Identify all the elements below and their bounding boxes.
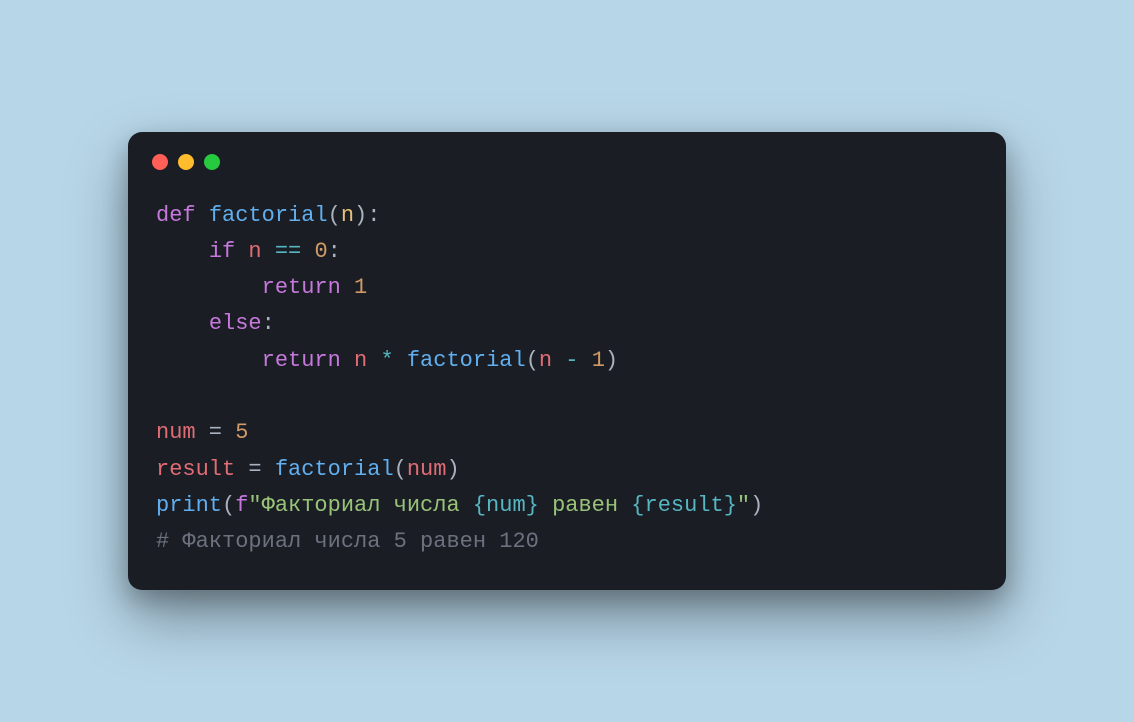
line-8: result = factorial(num) (156, 457, 460, 482)
maximize-icon[interactable] (204, 154, 220, 170)
minimize-icon[interactable] (178, 154, 194, 170)
line-4: else: (156, 311, 275, 336)
window-titlebar (128, 132, 1006, 180)
code-window: def factorial(n): if n == 0: return 1 el… (128, 132, 1006, 591)
line-3: return 1 (156, 275, 367, 300)
line-5: return n * factorial(n - 1) (156, 348, 618, 373)
code-block: def factorial(n): if n == 0: return 1 el… (128, 180, 1006, 591)
line-2: if n == 0: (156, 239, 341, 264)
line-9: print(f"Факториал числа {num} равен {res… (156, 493, 763, 518)
line-10: # Факториал числа 5 равен 120 (156, 529, 539, 554)
line-7: num = 5 (156, 420, 248, 445)
line-1: def factorial(n): (156, 203, 380, 228)
close-icon[interactable] (152, 154, 168, 170)
